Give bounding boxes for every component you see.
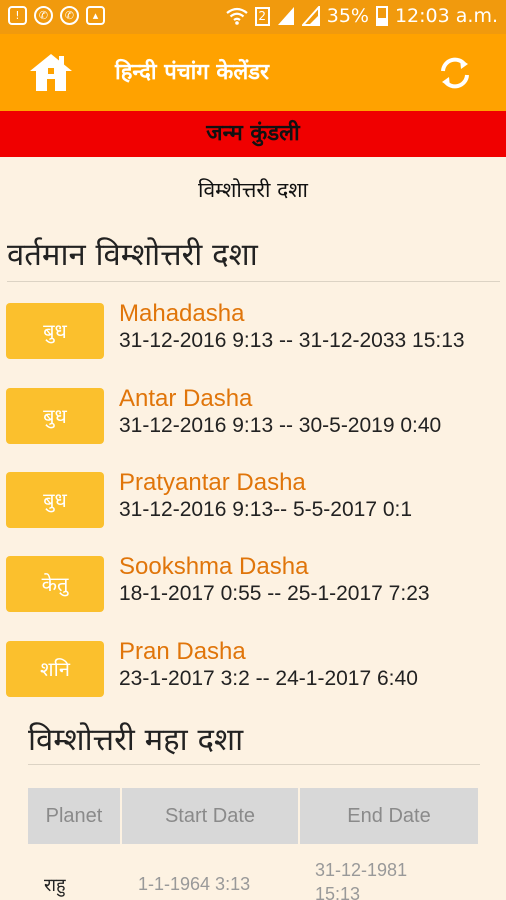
app-bar: हिन्दी पंचांग केलेंडर: [0, 34, 506, 111]
planet-button[interactable]: बुध: [6, 303, 104, 359]
dasha-range: 31-12-2016 9:13-- 5-5-2017 0:1: [119, 498, 413, 521]
column-header-planet: Planet: [28, 788, 120, 844]
dasha-name: Mahadasha: [119, 300, 245, 327]
dasha-range: 18-1-2017 0:55 -- 25-1-2017 7:23: [119, 582, 430, 605]
dasha-range: 31-12-2016 9:13 -- 31-12-2033 15:13: [119, 329, 465, 352]
signal-icon: [301, 6, 320, 26]
dasha-row-antar: बुध Antar Dasha 31-12-2016 9:13 -- 30-5-…: [0, 385, 506, 448]
maha-dasha-heading: विम्शोत्तरी महा दशा: [28, 722, 244, 758]
status-right-icons: 2 35% 12:03 a.m.: [226, 5, 498, 27]
planet-button[interactable]: बुध: [6, 388, 104, 444]
column-header-start-date: Start Date: [122, 788, 298, 844]
current-dasha-heading: वर्तमान विम्शोत्तरी दशा: [7, 237, 258, 273]
signal-icon: [277, 7, 294, 25]
cell-end-date-line2: 15:13: [315, 884, 361, 900]
dasha-name: Antar Dasha: [119, 385, 253, 412]
clock: 12:03 a.m.: [394, 5, 498, 27]
status-left-icons: ! ✆ ✆ ▴: [8, 6, 105, 25]
refresh-icon: [441, 57, 469, 89]
wifi-icon: [226, 7, 248, 25]
refresh-button[interactable]: [436, 54, 474, 92]
home-icon: [30, 54, 72, 91]
whatsapp-icon: ✆: [34, 6, 53, 25]
app-title: हिन्दी पंचांग केलेंडर: [115, 60, 270, 85]
home-button[interactable]: [28, 50, 74, 94]
column-header-end-date: End Date: [300, 788, 478, 844]
dasha-range: 23-1-2017 3:2 -- 24-1-2017 6:40: [119, 667, 418, 690]
divider: [28, 764, 480, 765]
banner-title: जन्म कुंडली: [206, 121, 300, 146]
divider: [7, 281, 500, 282]
sim-icon: 2: [254, 6, 270, 26]
dasha-row-mahadasha: बुध Mahadasha 31-12-2016 9:13 -- 31-12-2…: [0, 300, 506, 363]
dasha-name: Pratyantar Dasha: [119, 469, 306, 496]
whatsapp-icon: ✆: [60, 6, 79, 25]
dasha-range: 31-12-2016 9:13 -- 30-5-2019 0:40: [119, 414, 442, 437]
cell-start-date: 1-1-1964 3:13: [138, 874, 251, 894]
image-icon: ▴: [86, 6, 105, 25]
cell-end-date-line1: 31-12-1981: [315, 860, 408, 880]
planet-button[interactable]: केतु: [6, 556, 104, 612]
kundali-banner: जन्म कुंडली: [0, 111, 506, 157]
notification-icon: !: [8, 6, 27, 25]
dasha-row-pran: शनि Pran Dasha 23-1-2017 3:2 -- 24-1-201…: [0, 638, 506, 701]
dasha-row-pratyantar: बुध Pratyantar Dasha 31-12-2016 9:13-- 5…: [0, 469, 506, 532]
dasha-row-sookshma: केतु Sookshma Dasha 18-1-2017 0:55 -- 25…: [0, 553, 506, 616]
cell-planet: राहु: [44, 875, 66, 895]
page-subtitle: विम्शोत्तरी दशा: [198, 178, 308, 202]
planet-button[interactable]: बुध: [6, 472, 104, 528]
battery-icon: [375, 6, 388, 26]
status-bar: ! ✆ ✆ ▴ 2 35% 12:03 a.m.: [0, 0, 506, 34]
dasha-name: Pran Dasha: [119, 638, 246, 665]
planet-button[interactable]: शनि: [6, 641, 104, 697]
dasha-name: Sookshma Dasha: [119, 553, 309, 580]
battery-percent: 35%: [326, 5, 369, 27]
